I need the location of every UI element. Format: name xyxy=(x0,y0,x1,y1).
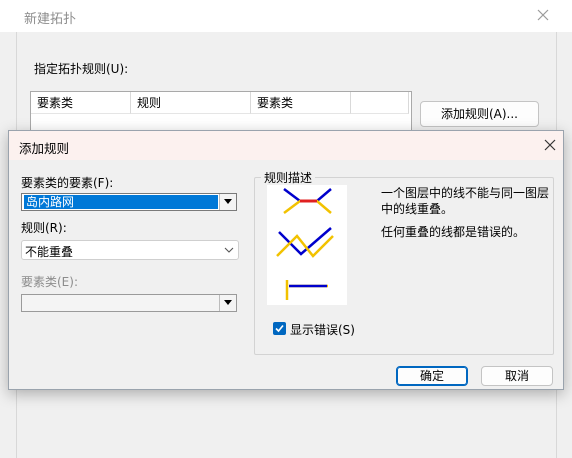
window-title: 新建拓扑 xyxy=(24,12,77,27)
show-errors-label[interactable]: 显示错误(S) xyxy=(290,321,355,338)
rule-value: 不能重叠 xyxy=(25,245,74,259)
show-errors-checkbox[interactable] xyxy=(273,322,286,335)
rule-description-text: 一个图层中的线不能与同一图层中的线重叠。 xyxy=(381,186,550,216)
feature-of-class-label: 要素类的要素(F): xyxy=(21,176,114,190)
checkmark-icon xyxy=(275,324,284,333)
ok-button[interactable]: 确定 xyxy=(396,366,468,386)
chevron-down-icon xyxy=(224,247,234,253)
rule-dropdown[interactable]: 不能重叠 xyxy=(21,240,239,260)
dropdown-button[interactable] xyxy=(219,295,236,311)
dropdown-button[interactable] xyxy=(219,194,236,210)
spec-rules-label: 指定拓扑规则(U): xyxy=(34,62,129,76)
dialog-title: 添加规则 xyxy=(19,141,70,156)
add-rule-dialog: 添加规则 要素类的要素(F): 岛内路网 规则(R): 不能重叠 要素类(E):… xyxy=(8,130,564,390)
cancel-button[interactable]: 取消 xyxy=(481,366,553,386)
rule-description-title: 规则描述 xyxy=(261,169,316,186)
dialog-titlebar: 添加规则 xyxy=(9,131,563,160)
chevron-down-icon xyxy=(224,300,232,305)
feature-class-label: 要素类(E): xyxy=(21,275,78,289)
table-header-feature-class[interactable]: 要素类 xyxy=(31,92,131,114)
chevron-down-icon xyxy=(224,199,232,204)
add-rule-button[interactable]: 添加规则(A)... xyxy=(420,101,539,127)
rules-table[interactable]: 要素类 规则 要素类 xyxy=(30,91,412,133)
table-header-rule[interactable]: 规则 xyxy=(131,92,251,114)
table-header-empty xyxy=(351,92,409,114)
close-icon[interactable] xyxy=(543,138,557,152)
feature-of-class-dropdown[interactable]: 岛内路网 xyxy=(21,193,237,211)
close-icon[interactable] xyxy=(536,8,550,22)
table-header-feature-class-2[interactable]: 要素类 xyxy=(251,92,351,114)
rule-preview-image xyxy=(267,185,347,305)
feature-class-dropdown[interactable] xyxy=(21,294,237,312)
rule-error-description: 任何重叠的线都是错误的。 xyxy=(381,225,526,239)
window-titlebar: 新建拓扑 xyxy=(0,0,572,32)
rule-label: 规则(R): xyxy=(21,221,67,235)
feature-of-class-value: 岛内路网 xyxy=(24,195,218,209)
